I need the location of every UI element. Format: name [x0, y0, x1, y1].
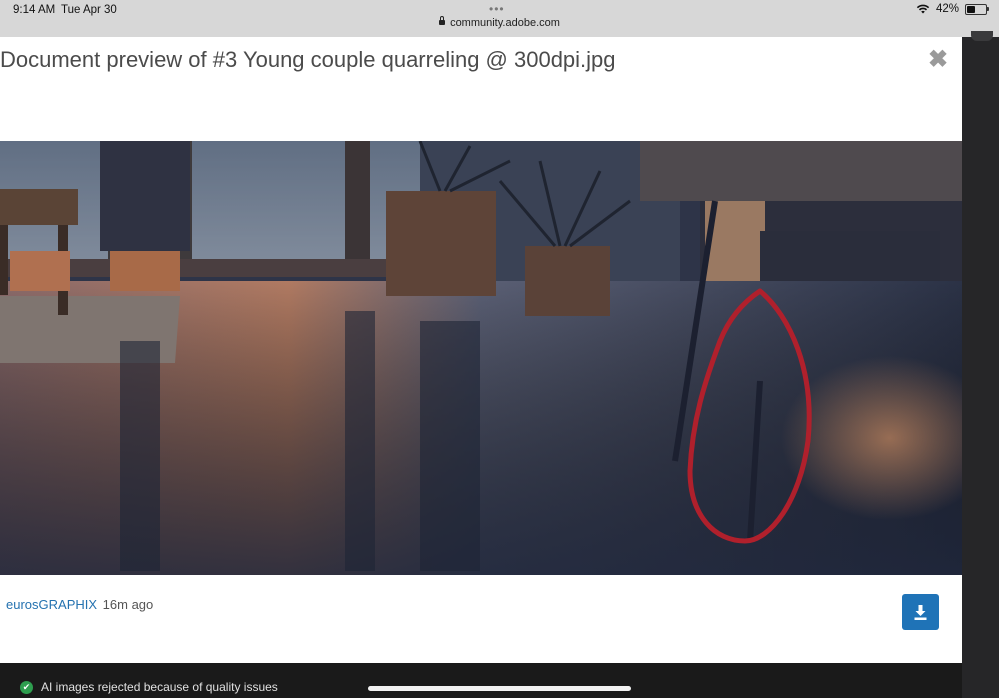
- background-avatar: [971, 31, 993, 41]
- author-row: eurosGRAPHIX 16m ago: [6, 597, 153, 612]
- background-list-item[interactable]: ✔ AI images rejected because of quality …: [20, 680, 278, 694]
- home-indicator[interactable]: [368, 686, 631, 691]
- checkmark-icon: ✔: [20, 680, 33, 694]
- lock-icon: [439, 16, 446, 25]
- multitasking-dots[interactable]: •••: [489, 2, 505, 16]
- background-page: ✔ AI images rejected because of quality …: [0, 663, 962, 698]
- image-preview: [0, 141, 962, 575]
- preview-photo: [0, 141, 962, 575]
- battery-icon: [965, 3, 989, 15]
- modal-title: Document preview of #3 Young couple quar…: [0, 47, 616, 72]
- address-url: community.adobe.com: [450, 17, 560, 29]
- wifi-icon: [916, 4, 930, 14]
- battery-percent: 42%: [935, 3, 959, 15]
- document-preview-modal: Document preview of #3 Young couple quar…: [0, 37, 962, 663]
- browser-status-bar: 9:14 AM Tue Apr 30 ••• community.adobe.c…: [0, 0, 999, 37]
- close-icon[interactable]: ✖: [928, 48, 948, 72]
- background-item-text: AI images rejected because of quality is…: [41, 680, 278, 694]
- status-indicators: 42%: [916, 3, 989, 15]
- download-button[interactable]: [902, 594, 939, 630]
- background-page-edge: [962, 31, 999, 698]
- author-link[interactable]: eurosGRAPHIX: [6, 597, 97, 612]
- address-bar[interactable]: community.adobe.com: [0, 16, 999, 29]
- status-date: Tue Apr 30: [61, 4, 117, 16]
- download-icon: [914, 605, 927, 620]
- status-time: 9:14 AM: [13, 4, 56, 16]
- post-time: 16m ago: [102, 597, 154, 612]
